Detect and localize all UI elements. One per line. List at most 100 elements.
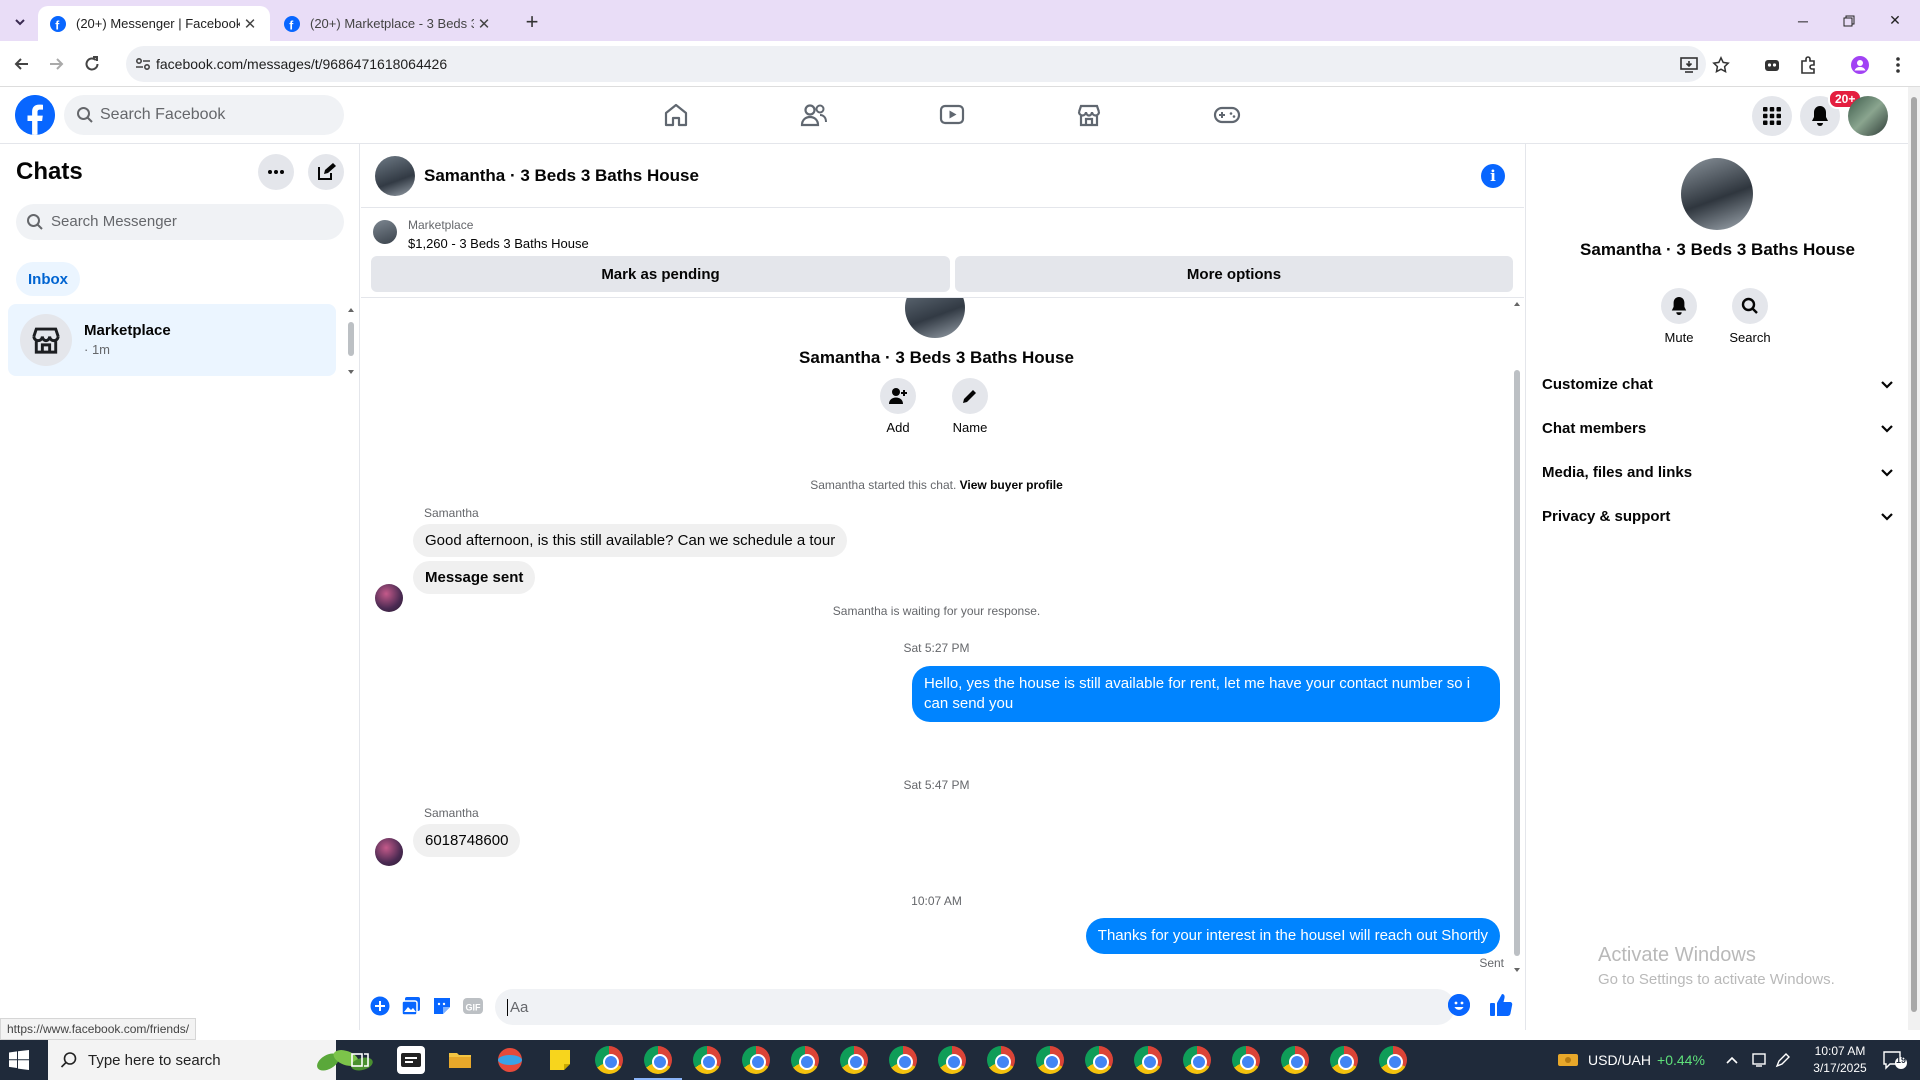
back-arrow-icon[interactable] — [8, 50, 36, 78]
sticker-icon[interactable] — [430, 994, 454, 1018]
new-tab-button[interactable]: + — [518, 8, 546, 36]
chrome-icon[interactable] — [1183, 1046, 1211, 1074]
facebook-search-input[interactable]: Search Facebook — [64, 95, 344, 135]
currency-widget[interactable]: USD/UAH +0.44% — [1556, 1040, 1705, 1080]
sticky-notes-icon[interactable] — [546, 1046, 574, 1074]
conversation-title[interactable]: Samantha · 3 Beds 3 Baths House — [424, 166, 699, 186]
chrome-icon[interactable] — [1134, 1046, 1162, 1074]
chrome-icon[interactable] — [1232, 1046, 1260, 1074]
messenger-search-input[interactable]: Search Messenger — [16, 204, 344, 240]
friends-icon[interactable] — [796, 97, 832, 133]
show-hidden-icons-chevron-icon[interactable] — [1725, 1040, 1739, 1080]
chrome-icon[interactable] — [1036, 1046, 1064, 1074]
chats-scrollbar[interactable] — [347, 306, 355, 376]
chrome-icon[interactable] — [889, 1046, 917, 1074]
emoji-icon[interactable] — [1448, 994, 1470, 1016]
file-explorer-icon[interactable] — [446, 1046, 474, 1074]
attach-photo-icon[interactable] — [399, 994, 423, 1018]
chrome-icon[interactable] — [938, 1046, 966, 1074]
task-view-icon[interactable] — [346, 1046, 374, 1074]
browser-tab-strip: f (20+) Messenger | Facebook ✕ f (20+) M… — [0, 0, 1920, 41]
contact-avatar[interactable] — [1681, 158, 1753, 230]
chat-members-section[interactable]: Chat members — [1542, 416, 1894, 440]
chrome-icon[interactable] — [1379, 1046, 1407, 1074]
new-message-button[interactable] — [308, 154, 344, 190]
privacy-support-section[interactable]: Privacy & support — [1542, 504, 1894, 528]
message-input[interactable]: Aa — [495, 989, 1455, 1025]
gaming-icon[interactable] — [1209, 97, 1245, 133]
network-icon[interactable] — [1750, 1040, 1768, 1080]
marketplace-icon[interactable] — [1071, 97, 1107, 133]
chrome-icon[interactable] — [644, 1046, 672, 1074]
chrome-icon[interactable] — [791, 1046, 819, 1074]
incoming-message[interactable]: 6018748600 — [413, 824, 521, 857]
facebook-logo-icon[interactable] — [15, 95, 55, 135]
extensions-puzzle-icon[interactable] — [1796, 53, 1820, 77]
chrome-icon[interactable] — [595, 1046, 623, 1074]
notification-center-icon[interactable]: 19 — [1882, 1040, 1908, 1080]
conversation-avatar[interactable] — [375, 156, 415, 196]
browser-menu-icon[interactable] — [1886, 53, 1910, 77]
tab-marketplace[interactable]: f (20+) Marketplace - 3 Beds 3 B ✕ — [272, 6, 504, 41]
chrome-icon[interactable] — [1281, 1046, 1309, 1074]
bookmark-star-icon[interactable] — [1710, 55, 1732, 75]
listing-thumbnail[interactable] — [373, 220, 397, 244]
account-avatar[interactable] — [1848, 96, 1888, 136]
close-tab-icon[interactable]: ✕ — [474, 14, 494, 34]
incoming-message[interactable]: Good afternoon, is this still available?… — [413, 524, 848, 557]
thumbs-up-icon[interactable] — [1488, 992, 1516, 1020]
video-icon[interactable] — [934, 97, 970, 133]
chevron-down-icon — [1881, 425, 1893, 433]
chat-list-item[interactable]: Marketplace · 1m — [8, 304, 336, 376]
mark-as-pending-button[interactable]: Mark as pending — [371, 256, 950, 292]
incoming-message[interactable]: Message sent — [413, 561, 536, 594]
menu-grid-button[interactable] — [1752, 96, 1792, 136]
chrome-icon[interactable] — [742, 1046, 770, 1074]
taskbar-app-icon[interactable] — [397, 1046, 425, 1074]
outgoing-message[interactable]: Thanks for your interest in the houseI w… — [1085, 918, 1500, 954]
tab-search-chevron-icon[interactable] — [8, 10, 32, 34]
customize-chat-section[interactable]: Customize chat — [1542, 372, 1894, 396]
extension-icon[interactable] — [1760, 53, 1784, 77]
windows-start-icon[interactable] — [8, 1048, 36, 1072]
inbox-tab[interactable]: Inbox — [16, 262, 80, 296]
chrome-icon[interactable] — [987, 1046, 1015, 1074]
close-tab-icon[interactable]: ✕ — [240, 14, 260, 34]
pen-icon[interactable] — [1775, 1040, 1791, 1080]
chrome-icon[interactable] — [1330, 1046, 1358, 1074]
restore-button[interactable] — [1826, 0, 1872, 41]
listing-price-title[interactable]: $1,260 - 3 Beds 3 Baths House — [408, 236, 589, 251]
page-scrollbar[interactable] — [1908, 87, 1920, 1030]
search-conversation-button[interactable]: Search — [1720, 288, 1780, 345]
gif-icon[interactable]: GIF — [461, 994, 485, 1018]
minimize-button[interactable]: ─ — [1780, 0, 1826, 41]
tab-messenger[interactable]: f (20+) Messenger | Facebook ✕ — [38, 6, 270, 41]
media-files-links-section[interactable]: Media, files and links — [1542, 460, 1894, 484]
view-buyer-profile-link[interactable]: View buyer profile — [960, 478, 1063, 492]
sender-avatar[interactable] — [375, 838, 403, 866]
outgoing-message[interactable]: Hello, yes the house is still available … — [912, 666, 1500, 722]
more-actions-plus-icon[interactable] — [368, 994, 392, 1018]
chats-options-button[interactable] — [258, 154, 294, 190]
thread-scrollbar[interactable] — [1511, 300, 1523, 974]
add-people-button[interactable]: Add — [868, 378, 928, 435]
taskbar-search-input[interactable]: Type here to search — [48, 1040, 373, 1080]
chrome-icon[interactable] — [693, 1046, 721, 1074]
address-bar[interactable]: facebook.com/messages/t/9686471618064426 — [126, 46, 1730, 82]
watermark-line2: Go to Settings to activate Windows. — [1598, 971, 1835, 988]
chrome-icon[interactable] — [840, 1046, 868, 1074]
install-app-icon[interactable] — [1678, 55, 1700, 75]
chrome-icon[interactable] — [1085, 1046, 1113, 1074]
conversation-info-icon[interactable]: i — [1481, 164, 1505, 188]
site-settings-icon[interactable] — [134, 55, 152, 73]
mute-button[interactable]: Mute — [1649, 288, 1709, 345]
forward-arrow-icon[interactable] — [42, 50, 70, 78]
more-options-button[interactable]: More options — [955, 256, 1513, 292]
edit-name-button[interactable]: Name — [940, 378, 1000, 435]
close-window-button[interactable]: ✕ — [1872, 0, 1918, 41]
taskbar-clock[interactable]: 10:07 AM 3/17/2025 — [1800, 1043, 1880, 1077]
home-icon[interactable] — [658, 97, 694, 133]
profile-icon[interactable] — [1848, 53, 1872, 77]
reload-icon[interactable] — [78, 50, 106, 78]
taskbar-app-icon[interactable] — [496, 1046, 524, 1074]
